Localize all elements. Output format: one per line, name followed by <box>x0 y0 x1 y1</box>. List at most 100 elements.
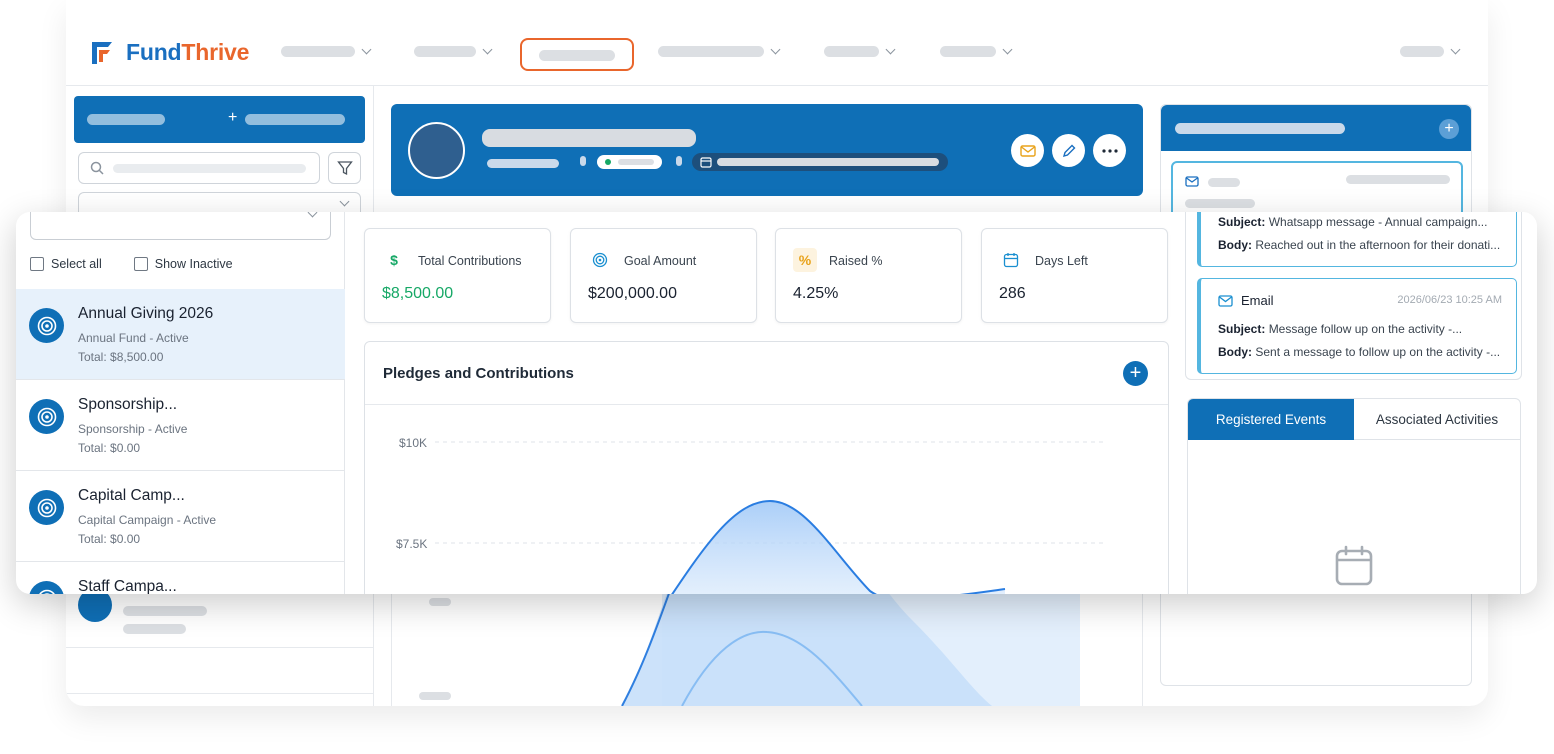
filter-button[interactable] <box>328 152 361 184</box>
checkbox[interactable] <box>30 257 44 271</box>
chevron-down-icon <box>339 196 350 207</box>
target-icon <box>29 308 64 343</box>
plus-icon[interactable]: + <box>228 109 237 127</box>
nav-menu-1[interactable] <box>281 44 372 58</box>
nav-menu-2[interactable] <box>414 44 493 58</box>
filter-icon <box>336 161 353 176</box>
pledges-chart: $10K $7.5K <box>396 436 1103 594</box>
stat-value: 4.25% <box>793 285 839 302</box>
select-all-label: Select all <box>51 257 102 271</box>
chevron-down-icon <box>1002 44 1013 55</box>
campaign-subtitle: Annual Fund - Active <box>78 331 189 345</box>
stat-value: 286 <box>999 285 1026 302</box>
campaign-total: Total: $0.00 <box>78 441 141 455</box>
events-tabs-panel: Registered Events Associated Activities <box>1187 398 1521 594</box>
stat-value: $200,000.00 <box>588 285 677 302</box>
top-navigation: FundThrive <box>66 0 1488 86</box>
stat-card-goal-amount: Goal Amount $200,000.00 <box>570 228 757 323</box>
stat-card-raised-percent: % Raised % 4.25% <box>775 228 962 323</box>
date-range <box>692 153 948 171</box>
campaign-list-item[interactable]: Staff Campa... <box>16 562 345 594</box>
stat-label: Raised % <box>829 254 883 268</box>
activity-subject: Subject: Whatsapp message - Annual campa… <box>1218 215 1488 229</box>
campaign-type-select[interactable] <box>30 212 331 240</box>
contributions-area <box>672 501 1005 594</box>
chevron-down-icon <box>307 212 318 218</box>
chevron-down-icon <box>770 44 781 55</box>
stat-card-days-left: Days Left 286 <box>981 228 1168 323</box>
chevron-down-icon <box>482 44 493 55</box>
target-icon <box>588 248 612 272</box>
activity-body: Body: Sent a message to follow up on the… <box>1218 345 1501 359</box>
chart-header: Pledges and Contributions + <box>365 342 1168 405</box>
show-inactive-checkbox[interactable]: Show Inactive <box>133 257 233 271</box>
nav-menu-active[interactable] <box>520 38 634 71</box>
status-badge <box>597 155 662 169</box>
more-button[interactable] <box>1093 134 1126 167</box>
dollar-icon: $ <box>390 252 398 268</box>
activity-subject: Subject: Message follow up on the activi… <box>1218 322 1463 336</box>
select-all-checkbox[interactable]: Select all <box>30 257 102 271</box>
percent-icon: % <box>793 248 817 272</box>
activity-card[interactable]: Email 2026/06/23 10:25 AM Subject: Messa… <box>1197 278 1517 374</box>
fundthrive-logo[interactable]: FundThrive <box>90 38 249 66</box>
avatar <box>408 122 465 179</box>
mail-icon <box>1185 176 1199 187</box>
activity-type-label: Email <box>1241 293 1274 308</box>
show-inactive-label: Show Inactive <box>154 257 233 271</box>
stat-label: Goal Amount <box>624 254 697 268</box>
sidebar-search-input[interactable] <box>78 152 320 184</box>
target-icon <box>29 399 64 434</box>
checkbox[interactable] <box>133 257 148 271</box>
mail-icon <box>1218 294 1233 307</box>
add-activity-button[interactable]: + <box>1439 119 1459 139</box>
nav-menu-5[interactable] <box>824 44 896 58</box>
edit-button[interactable] <box>1052 134 1085 167</box>
campaign-title: Sponsorship... <box>78 396 178 413</box>
campaign-title: Capital Camp... <box>78 487 185 504</box>
email-button[interactable] <box>1011 134 1044 167</box>
sidebar-header: + <box>74 96 365 143</box>
campaign-list-item[interactable]: Annual Giving 2026 Annual Fund - Active … <box>16 289 345 380</box>
chevron-down-icon <box>361 44 372 55</box>
y-tick-label: $10K <box>399 436 427 450</box>
activities-list: Subject: Whatsapp message - Annual campa… <box>1185 212 1522 380</box>
campaign-title: Annual Giving 2026 <box>78 305 214 322</box>
stat-label: Days Left <box>1035 254 1088 268</box>
stat-card-total-contributions: $ Total Contributions $8,500.00 <box>364 228 551 323</box>
campaign-list-item[interactable]: Capital Camp... Capital Campaign - Activ… <box>16 471 345 562</box>
nav-menu-6[interactable] <box>940 44 1013 58</box>
list-options: Select all Show Inactive <box>30 257 233 271</box>
chevron-down-icon <box>885 44 896 55</box>
zoomed-dashboard-overlay: Select all Show Inactive Annual Giving 2… <box>16 212 1537 594</box>
nav-user-menu[interactable] <box>1400 44 1461 58</box>
tab-registered-events[interactable]: Registered Events <box>1188 399 1354 440</box>
calendar-icon <box>999 248 1023 272</box>
tab-associated-activities[interactable]: Associated Activities <box>1354 399 1520 440</box>
pencil-icon <box>1062 144 1075 157</box>
mail-icon <box>1019 144 1036 157</box>
campaign-list: Annual Giving 2026 Annual Fund - Active … <box>16 289 345 594</box>
calendar-icon <box>1335 545 1373 586</box>
stat-value: $8,500.00 <box>382 285 454 302</box>
activity-body: Body: Reached out in the afternoon for t… <box>1218 238 1501 252</box>
calendar-icon <box>700 157 712 168</box>
search-icon <box>90 161 104 175</box>
nav-menu-4[interactable] <box>658 44 781 58</box>
activity-card[interactable]: Subject: Whatsapp message - Annual campa… <box>1197 212 1517 267</box>
activities-panel-header: + <box>1161 105 1471 151</box>
campaign-subtitle: Sponsorship - Active <box>78 422 188 436</box>
campaign-title: Staff Campa... <box>78 578 177 594</box>
campaign-total: Total: $0.00 <box>78 532 141 546</box>
campaign-list-panel: Select all Show Inactive Annual Giving 2… <box>16 212 345 594</box>
chevron-down-icon <box>1450 44 1461 55</box>
y-tick-label: $7.5K <box>396 537 427 551</box>
target-icon <box>29 581 64 594</box>
campaign-list-item[interactable]: Sponsorship... Sponsorship - Active Tota… <box>16 380 345 471</box>
stat-label: Total Contributions <box>418 254 522 268</box>
pledges-contributions-card: Pledges and Contributions + $10K $7.5K <box>364 341 1169 594</box>
fundthrive-logo-icon <box>92 42 112 64</box>
add-pledge-button[interactable]: + <box>1123 361 1148 386</box>
logo-text: FundThrive <box>126 38 250 65</box>
more-icon <box>1101 148 1118 153</box>
